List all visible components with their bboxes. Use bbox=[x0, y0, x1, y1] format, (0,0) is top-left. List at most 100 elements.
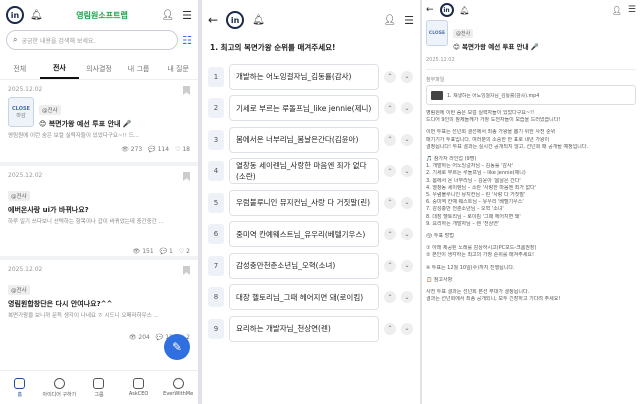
move-down-icon[interactable]: ⌄ bbox=[401, 228, 413, 241]
rank-number: 9 bbox=[208, 318, 224, 339]
move-up-icon[interactable]: ⌃ bbox=[384, 322, 396, 335]
nav-ideas[interactable]: 아이디어 구하기 bbox=[40, 371, 80, 404]
tab-all[interactable]: 전체 bbox=[0, 60, 40, 78]
nav-groups[interactable]: 그룹 bbox=[79, 371, 119, 404]
option-label: 우럼불루니인 뮤지컨님_사랑 다 거짓말(린) bbox=[229, 189, 379, 216]
rank-option[interactable]: 3 봄에서온 너부리님_봄날은간다(김윤아) ⌃ ⌄ bbox=[202, 124, 420, 156]
app-logo[interactable]: in bbox=[6, 6, 24, 24]
menu-icon[interactable]: ☰ bbox=[404, 14, 414, 27]
menu-icon[interactable]: ☰ bbox=[182, 9, 192, 22]
user-icon[interactable]: 👤︎ bbox=[383, 15, 396, 26]
bookmark-icon[interactable] bbox=[183, 86, 190, 95]
bottom-nav: 홈 아이디어 구하기 그룹 AskCEO EverWithMe bbox=[0, 370, 198, 404]
back-arrow-icon[interactable]: ← bbox=[208, 13, 218, 27]
content-line: 8. 대장 헬토리님 – 로이킴 '그때 헤어지면 돼' bbox=[426, 213, 521, 220]
post-chip: @전사 bbox=[8, 191, 30, 201]
pencil-icon: ✎ bbox=[171, 340, 183, 354]
move-down-icon[interactable]: ⌄ bbox=[401, 196, 413, 209]
feed-tabs: 전체 전사 의사결정 내 그룹 내 질문 bbox=[0, 58, 198, 80]
content-line: 9. 요리하는 개발자님 – 렌 '천상연' bbox=[426, 220, 500, 227]
move-up-icon[interactable]: ⌃ bbox=[384, 196, 396, 209]
back-arrow-icon[interactable]: ← bbox=[426, 5, 434, 15]
option-label: 개발하는 어노잉걸자님_김동률(감사) bbox=[229, 63, 379, 90]
tab-my-question[interactable]: 내 질문 bbox=[158, 60, 198, 78]
user-icon[interactable]: 👤︎ bbox=[612, 6, 622, 15]
app-logo[interactable]: in bbox=[439, 3, 454, 17]
tab-my-group[interactable]: 내 그룹 bbox=[119, 60, 159, 78]
rank-option[interactable]: 9 요리하는 개발자님_천상연(렌) ⌃ ⌄ bbox=[202, 313, 420, 345]
nav-everwithme[interactable]: EverWithMe bbox=[158, 371, 198, 404]
post-thumbnail: CLOSE 마감 bbox=[8, 97, 34, 127]
bell-icon[interactable]: 🔔︎ bbox=[252, 15, 265, 26]
post-card[interactable]: 2025.12.02 CLOSE 마감 @전사 😊 복면가왕 예선 투표 안내 … bbox=[0, 80, 198, 166]
content-line: 드디어 9인의 참체들께가 가창 도전자들이 모습을 드러냈습니다! bbox=[426, 117, 561, 124]
bookmark-icon[interactable] bbox=[183, 172, 190, 181]
search-placeholder: 궁금한 내용을 검색해 보세요. bbox=[21, 37, 96, 45]
option-label: 기세로 부르는 루돌프님_like jennie(제니) bbox=[229, 95, 379, 122]
top-bar: ← in 🔔︎ 👤︎ ☰ bbox=[422, 0, 640, 20]
app-logo[interactable]: in bbox=[226, 11, 245, 29]
content-line: 매기기가 투표입니다. 여러분의 소중한 한 표로 내년 가왕이 bbox=[426, 136, 550, 143]
content-line: 5. 우럼불루니인 뮤지컨님 – 린 '사랑 다 거짓말' bbox=[426, 192, 526, 199]
rank-option[interactable]: 2 기세로 부르는 루돌프님_like jennie(제니) ⌃ ⌄ bbox=[202, 93, 420, 125]
rank-option[interactable]: 1 개발하는 어노잉걸자님_김동률(감사) ⌃ ⌄ bbox=[202, 61, 420, 93]
attachment-label: 첨부파일 bbox=[426, 77, 445, 83]
search-icon: ⌕ bbox=[13, 35, 18, 44]
comment-count: 💬 1 bbox=[159, 248, 173, 255]
option-label: 감성충만천춘소년님_오혁(소녀) bbox=[229, 252, 379, 279]
content-line: 4. 열창동 세이렌님 – 소란 '사랑한 마음엔 죄가 없다' bbox=[426, 184, 537, 191]
bookmark-icon[interactable] bbox=[183, 266, 190, 275]
attachment-file[interactable]: 1. 재생하는 어노잉걸자님_김동률(감사).mp4 bbox=[426, 85, 636, 105]
nav-label: 아이디어 구하기 bbox=[42, 391, 77, 398]
user-icon[interactable]: 👤︎ bbox=[161, 10, 174, 21]
tab-company[interactable]: 전사 bbox=[39, 59, 80, 79]
move-down-icon[interactable]: ⌄ bbox=[401, 102, 413, 115]
content-line: 📋 참고사항 bbox=[426, 276, 453, 283]
move-up-icon[interactable]: ⌃ bbox=[384, 133, 396, 146]
search-input[interactable]: ⌕ 궁금한 내용을 검색해 보세요. bbox=[6, 30, 179, 50]
post-card[interactable]: 2025.12.02 @전사 에버온사랑 ui가 바뀌나요? 하루 일기 쓰다보… bbox=[0, 166, 198, 260]
bell-icon[interactable]: 🔔︎ bbox=[30, 10, 43, 21]
move-up-icon[interactable]: ⌃ bbox=[384, 228, 396, 241]
nav-label: 그룹 bbox=[94, 391, 104, 398]
move-up-icon[interactable]: ⌃ bbox=[384, 165, 396, 178]
post-date: 2025.12.02 bbox=[8, 172, 43, 179]
move-down-icon[interactable]: ⌄ bbox=[401, 70, 413, 83]
option-label: 대장 헬토리님_그때 헤어지면 돼(로이킴) bbox=[229, 284, 379, 311]
top-bar: ← in 🔔︎ 👤︎ ☰ bbox=[202, 0, 420, 40]
content-line: 1. 개발하는 어노잉걸자님 – 김동률 '감사' bbox=[426, 163, 513, 170]
nav-askceo[interactable]: AskCEO bbox=[119, 371, 159, 404]
rank-option[interactable]: 5 우럼불루니인 뮤지컨님_사랑 다 거짓말(린) ⌃ ⌄ bbox=[202, 187, 420, 219]
move-up-icon[interactable]: ⌃ bbox=[384, 291, 396, 304]
grid-icon bbox=[93, 377, 105, 389]
move-down-icon[interactable]: ⌄ bbox=[401, 165, 413, 178]
content-line: ※ 투표는 12월 10일(수)까지 진행됩니다. bbox=[426, 264, 515, 271]
move-down-icon[interactable]: ⌄ bbox=[401, 291, 413, 304]
top-bar: in 🔔︎ 영림원소프트랩 👤︎ ☰ bbox=[0, 0, 198, 30]
post-chip: @전사 bbox=[453, 29, 474, 38]
view-count: 👁 204 bbox=[128, 334, 150, 341]
rank-option[interactable]: 4 열창동 세이렌님_사랑한 마음엔 죄가 없다(소란) ⌃ ⌄ bbox=[202, 156, 420, 188]
nav-label: 홈 bbox=[17, 391, 23, 398]
move-up-icon[interactable]: ⌃ bbox=[384, 259, 396, 272]
filter-icon[interactable]: ☷ bbox=[182, 34, 192, 47]
post-body: 영림원에 이런 숨은 보컬 실력자들이 있었다구요~!! 드... bbox=[8, 133, 140, 139]
rank-option[interactable]: 7 감성충만천춘소년님_오혁(소녀) ⌃ ⌄ bbox=[202, 250, 420, 282]
rank-number: 8 bbox=[208, 287, 224, 308]
rank-option[interactable]: 6 중미역 칸예웨스트님_유우리(베텔기우스) ⌃ ⌄ bbox=[202, 219, 420, 251]
like-count: ♡ 18 bbox=[175, 146, 190, 153]
nav-home[interactable]: 홈 bbox=[0, 371, 40, 404]
move-down-icon[interactable]: ⌄ bbox=[401, 322, 413, 335]
view-count: 👁 151 bbox=[132, 248, 154, 255]
rank-option[interactable]: 8 대장 헬토리님_그때 헤어지면 돼(로이킴) ⌃ ⌄ bbox=[202, 282, 420, 314]
post-title: 😊 복면가왕 예선 투표 안내 🎤 bbox=[453, 43, 539, 51]
bell-icon[interactable]: 🔔︎ bbox=[460, 6, 470, 15]
move-down-icon[interactable]: ⌄ bbox=[401, 259, 413, 272]
post-detail-panel: ← in 🔔︎ 👤︎ ☰ CLOSE @전사 😊 복면가왕 예선 투표 안내 🎤… bbox=[422, 0, 640, 404]
menu-icon[interactable]: ☰ bbox=[628, 5, 636, 15]
write-button[interactable]: ✎ bbox=[164, 334, 190, 360]
move-down-icon[interactable]: ⌄ bbox=[401, 133, 413, 146]
move-up-icon[interactable]: ⌃ bbox=[384, 70, 396, 83]
move-up-icon[interactable]: ⌃ bbox=[384, 102, 396, 115]
tab-decision[interactable]: 의사결정 bbox=[79, 60, 119, 78]
